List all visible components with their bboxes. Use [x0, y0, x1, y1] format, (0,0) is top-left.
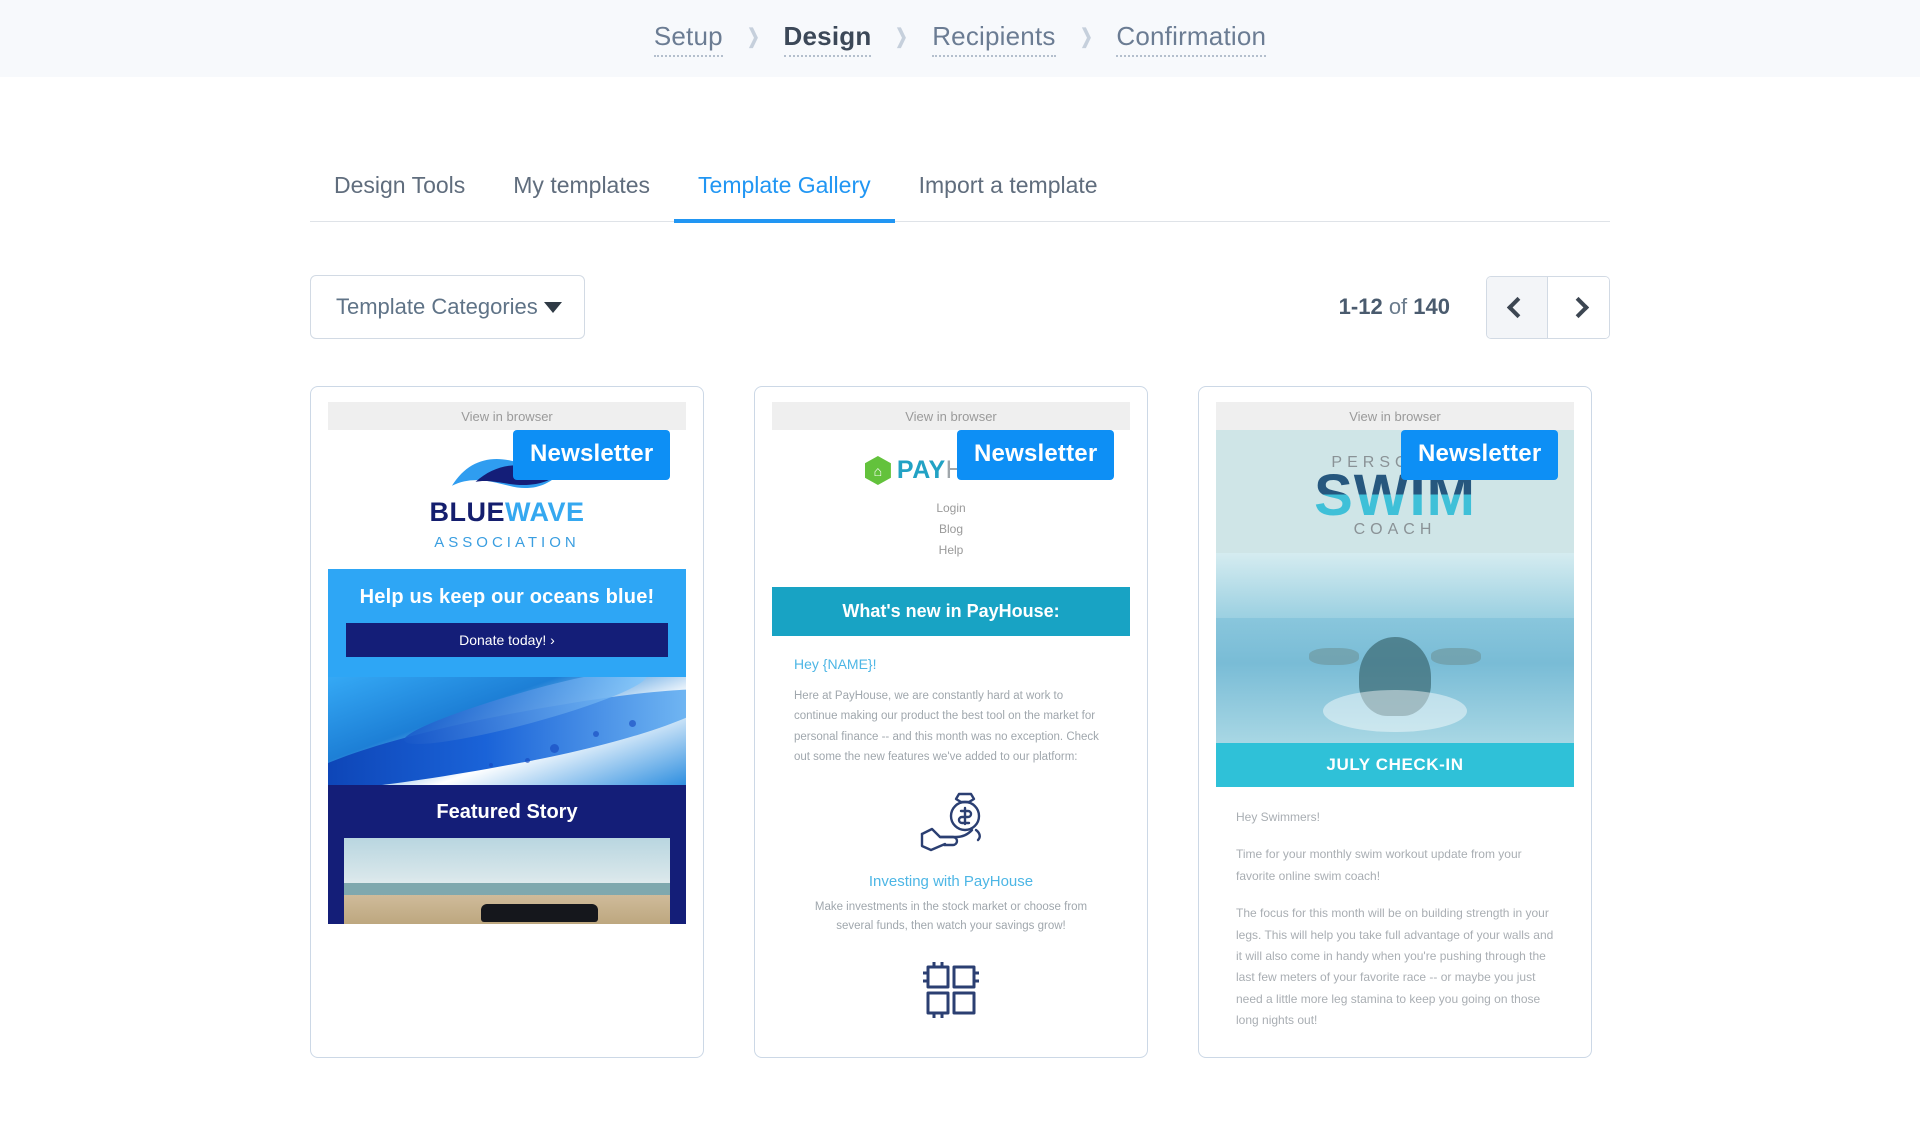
teamwork-hands-icon — [923, 961, 979, 1018]
step-separator-icon: ❯ — [746, 26, 760, 48]
template-preview: View in browser BLUEWAVE ASSOCIATION Hel… — [328, 402, 686, 1057]
nav-link-blog[interactable]: Blog — [772, 519, 1130, 540]
featured-story-heading: Featured Story — [436, 801, 578, 823]
house-glyph: ⌂ — [873, 462, 883, 479]
template-categories-select[interactable]: Template Categories — [310, 275, 585, 339]
donate-button[interactable]: Donate today! › — [346, 623, 668, 657]
template-card-swim-coach[interactable]: Newsletter View in browser PERSONAL SWIM… — [1198, 386, 1592, 1058]
payhouse-greeting: Hey {NAME}! — [794, 656, 877, 672]
tab-design-tools[interactable]: Design Tools — [310, 172, 489, 221]
step-recipients[interactable]: Recipients — [932, 21, 1056, 57]
payhouse-feature-text: Make investments in the stock market or … — [814, 900, 1088, 933]
hexagon-house-icon: ⌂ — [864, 456, 891, 485]
bluewave-hero: Help us keep our oceans blue! Donate tod… — [328, 569, 686, 677]
water-splash-image — [328, 677, 686, 785]
step-setup[interactable]: Setup — [653, 21, 723, 57]
teamwork-hands-icon-wrap — [794, 937, 1108, 1026]
pagination: 1-12 of 140 — [1339, 275, 1610, 339]
sea-band — [344, 882, 670, 895]
pagination-range: 1-12 — [1338, 294, 1383, 319]
swim-band: JULY CHECK-IN — [1216, 743, 1574, 788]
money-bag-hand-icon-wrap — [794, 768, 1108, 861]
step-separator-icon: ❯ — [1079, 26, 1093, 48]
pagination-buttons — [1486, 275, 1610, 339]
view-in-browser-bar: View in browser — [1216, 402, 1574, 430]
payhouse-nav: Login Blog Help — [772, 498, 1130, 561]
swim-band-heading: JULY CHECK-IN — [1326, 755, 1464, 775]
template-gallery: Newsletter View in browser BLUEWAVE ASSO… — [310, 339, 1610, 1058]
payhouse-band-heading: What's new in PayHouse: — [842, 601, 1060, 621]
bluewave-featured-story: Featured Story — [328, 785, 686, 924]
template-card-payhouse[interactable]: Newsletter View in browser ⌂ PAYHOUSE Lo… — [754, 386, 1148, 1058]
swim-paragraph-2: The focus for this month will be on buil… — [1236, 906, 1554, 1027]
bluewave-hero-heading: Help us keep our oceans blue! — [359, 586, 655, 608]
tab-bar: Design Tools My templates Template Galle… — [310, 172, 1610, 223]
beach-photo — [344, 838, 670, 924]
main-content: Design Tools My templates Template Galle… — [0, 77, 1920, 1058]
underwater-swimmer-photo — [1216, 553, 1574, 744]
bluewave-wordmark: BLUEWAVE — [328, 497, 686, 528]
bubble — [549, 743, 559, 753]
tab-import-a-template[interactable]: Import a template — [895, 172, 1122, 221]
tabs-section: Design Tools My templates Template Galle… — [310, 77, 1610, 223]
status-badge: Newsletter — [957, 430, 1115, 480]
sunglasses-shape — [480, 904, 599, 922]
chevron-right-icon — [1567, 296, 1590, 318]
chevron-left-icon — [1506, 296, 1528, 318]
template-preview: View in browser ⌂ PAYHOUSE Login Blog He… — [772, 402, 1130, 1057]
pagination-of: of — [1382, 294, 1414, 319]
bubble — [524, 758, 530, 763]
swim-body: Hey Swimmers! Time for your monthly swim… — [1216, 787, 1574, 1031]
chevron-down-icon — [544, 301, 562, 313]
pagination-total: 140 — [1413, 294, 1450, 319]
pagination-count: 1-12 of 140 — [1339, 294, 1450, 320]
status-badge: Newsletter — [513, 430, 671, 480]
payhouse-body: Hey {NAME}! Here at PayHouse, we are con… — [772, 636, 1130, 1026]
view-in-browser-bar: View in browser — [772, 402, 1130, 430]
bluewave-name-part2: WAVE — [504, 497, 585, 527]
bluewave-subtitle: ASSOCIATION — [434, 534, 580, 551]
next-page-button[interactable] — [1548, 276, 1609, 338]
bluewave-name-part1: BLUE — [429, 497, 505, 527]
swim-greeting: Hey Swimmers! — [1236, 810, 1321, 825]
swimmer-arm-left — [1309, 648, 1360, 666]
prev-page-button[interactable] — [1487, 276, 1548, 338]
template-preview: View in browser PERSONAL SWIM COACH JULY… — [1216, 402, 1574, 1057]
tab-my-templates[interactable]: My templates — [489, 172, 674, 221]
tab-template-gallery[interactable]: Template Gallery — [674, 172, 895, 223]
money-bag-hand-icon — [920, 792, 981, 852]
water-splash — [1323, 689, 1467, 732]
bubble — [592, 731, 599, 737]
swimmer-arm-right — [1430, 648, 1481, 666]
bubble — [628, 720, 636, 728]
nav-link-help[interactable]: Help — [772, 540, 1130, 561]
template-categories-label: Template Categories — [336, 294, 538, 319]
splash-wave-1 — [328, 677, 686, 785]
step-confirmation[interactable]: Confirmation — [1116, 21, 1267, 57]
gallery-toolbar: Template Categories 1-12 of 140 — [310, 222, 1610, 339]
payhouse-feature-title: Investing with PayHouse — [868, 872, 1034, 890]
view-in-browser-bar: View in browser — [328, 402, 686, 430]
nav-link-login[interactable]: Login — [772, 498, 1130, 519]
step-design[interactable]: Design — [783, 21, 872, 57]
step-separator-icon: ❯ — [895, 26, 909, 48]
payhouse-paragraph: Here at PayHouse, we are constantly hard… — [794, 690, 1099, 764]
status-badge: Newsletter — [1401, 430, 1559, 480]
water-surface — [1216, 553, 1574, 618]
payhouse-name-part1: PAY — [896, 456, 946, 484]
wizard-stepper: Setup ❯ Design ❯ Recipients ❯ Confirmati… — [0, 0, 1920, 77]
template-card-bluewave[interactable]: Newsletter View in browser BLUEWAVE ASSO… — [310, 386, 704, 1058]
swim-paragraph-1: Time for your monthly swim workout updat… — [1236, 847, 1522, 883]
payhouse-band: What's new in PayHouse: — [772, 587, 1130, 636]
